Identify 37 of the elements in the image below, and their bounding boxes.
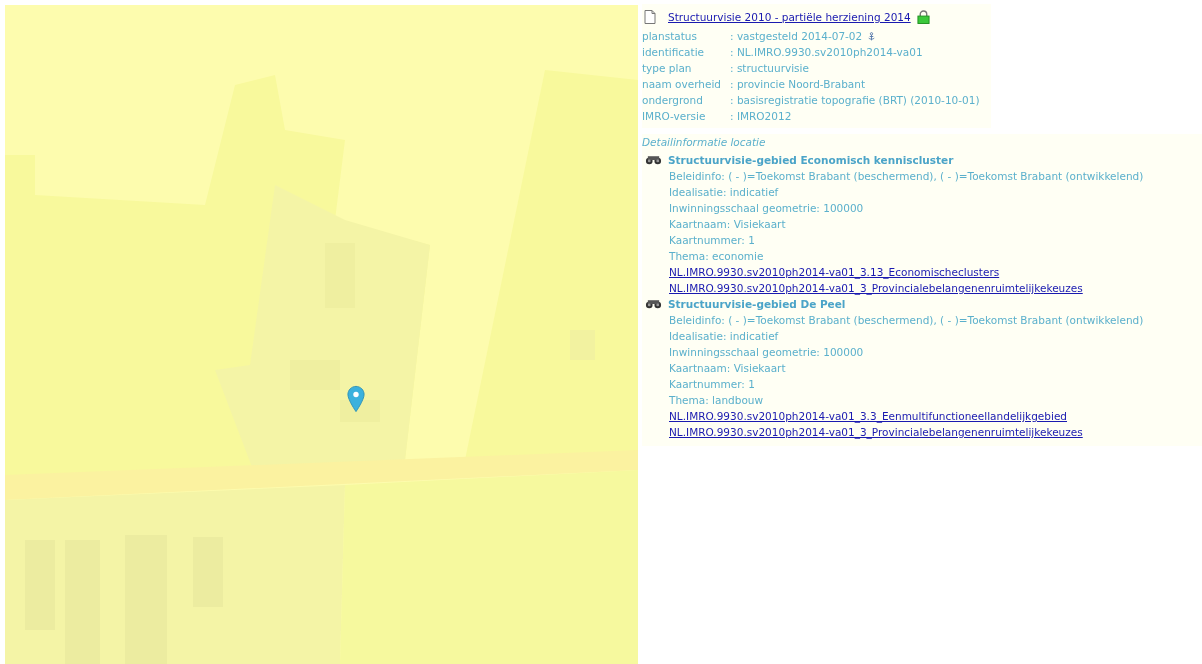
attribute-text: Thema: landbouw: [669, 393, 765, 408]
field-value: : provincie Noord-Brabant: [730, 78, 866, 90]
field-value: : vastgesteld 2014-07-02: [730, 30, 863, 42]
attribute-text: Kaartnummer: 1: [669, 233, 756, 248]
attribute-text: Beleidinfo: ( - )=Toekomst Brabant (beschermend), ( - )=Toekomst Brabant (ontwikkelend): [669, 169, 1145, 184]
document-link[interactable]: NL.IMRO.9930.sv2010ph2014-va01_3_Provincialebelangenenruimtelijkekeuzes: [669, 280, 1083, 296]
feature-title: Structuurvisie-gebied De Peel: [668, 298, 846, 310]
attribute-text: Idealisatie: indicatief: [669, 329, 780, 344]
document-link[interactable]: NL.IMRO.9930.sv2010ph2014-va01_3.13_Economischeclusters: [669, 264, 1000, 280]
binoculars-icon: [645, 299, 662, 309]
field-label: ondergrond: [642, 94, 704, 106]
field-value: : structuurvisie: [730, 62, 809, 74]
field-value: : NL.IMRO.9930.sv2010ph2014-va01: [730, 46, 923, 58]
document-link[interactable]: NL.IMRO.9930.sv2010ph2014-va01_3_Provincialebelangenenruimtelijkekeuzes: [669, 424, 1083, 440]
attribute-text: Kaartnaam: Visiekaart: [669, 217, 787, 232]
lock-icon: [916, 10, 930, 24]
attribute-text: Inwinningsschaal geometrie: 100000: [669, 201, 865, 216]
attribute-text: Kaartnummer: 1: [669, 377, 756, 392]
anchor-icon: [867, 31, 877, 41]
location-pin-icon[interactable]: [347, 385, 365, 413]
document-link[interactable]: NL.IMRO.9930.sv2010ph2014-va01_3.3_Eenmultifunctioneellandelijkgebied: [669, 408, 1067, 424]
field-label: identificatie: [642, 46, 706, 58]
field-label: type plan: [642, 62, 693, 74]
attribute-text: Kaartnaam: Visiekaart: [669, 361, 787, 376]
field-value: : IMRO2012: [730, 110, 792, 122]
plan-title-link[interactable]: Structuurvisie 2010 - partiële herziening 2014: [668, 11, 911, 23]
attribute-text: Beleidinfo: ( - )=Toekomst Brabant (beschermend), ( - )=Toekomst Brabant (ontwikkelend): [669, 313, 1145, 328]
field-value: : basisregistratie topografie (BRT) (2010-10-01): [730, 94, 980, 106]
feature-title: Structuurvisie-gebied Economisch kenniscluster: [668, 154, 954, 166]
attribute-text: Idealisatie: indicatief: [669, 185, 780, 200]
field-label: IMRO-versie: [642, 110, 707, 122]
binoculars-icon: [645, 155, 662, 165]
attribute-text: Inwinningsschaal geometrie: 100000: [669, 345, 865, 360]
field-label: planstatus: [642, 30, 698, 42]
attribute-text: Thema: economie: [669, 249, 765, 264]
field-label: naam overheid: [642, 78, 723, 90]
section-heading: Detailinformatie locatie: [642, 136, 767, 150]
